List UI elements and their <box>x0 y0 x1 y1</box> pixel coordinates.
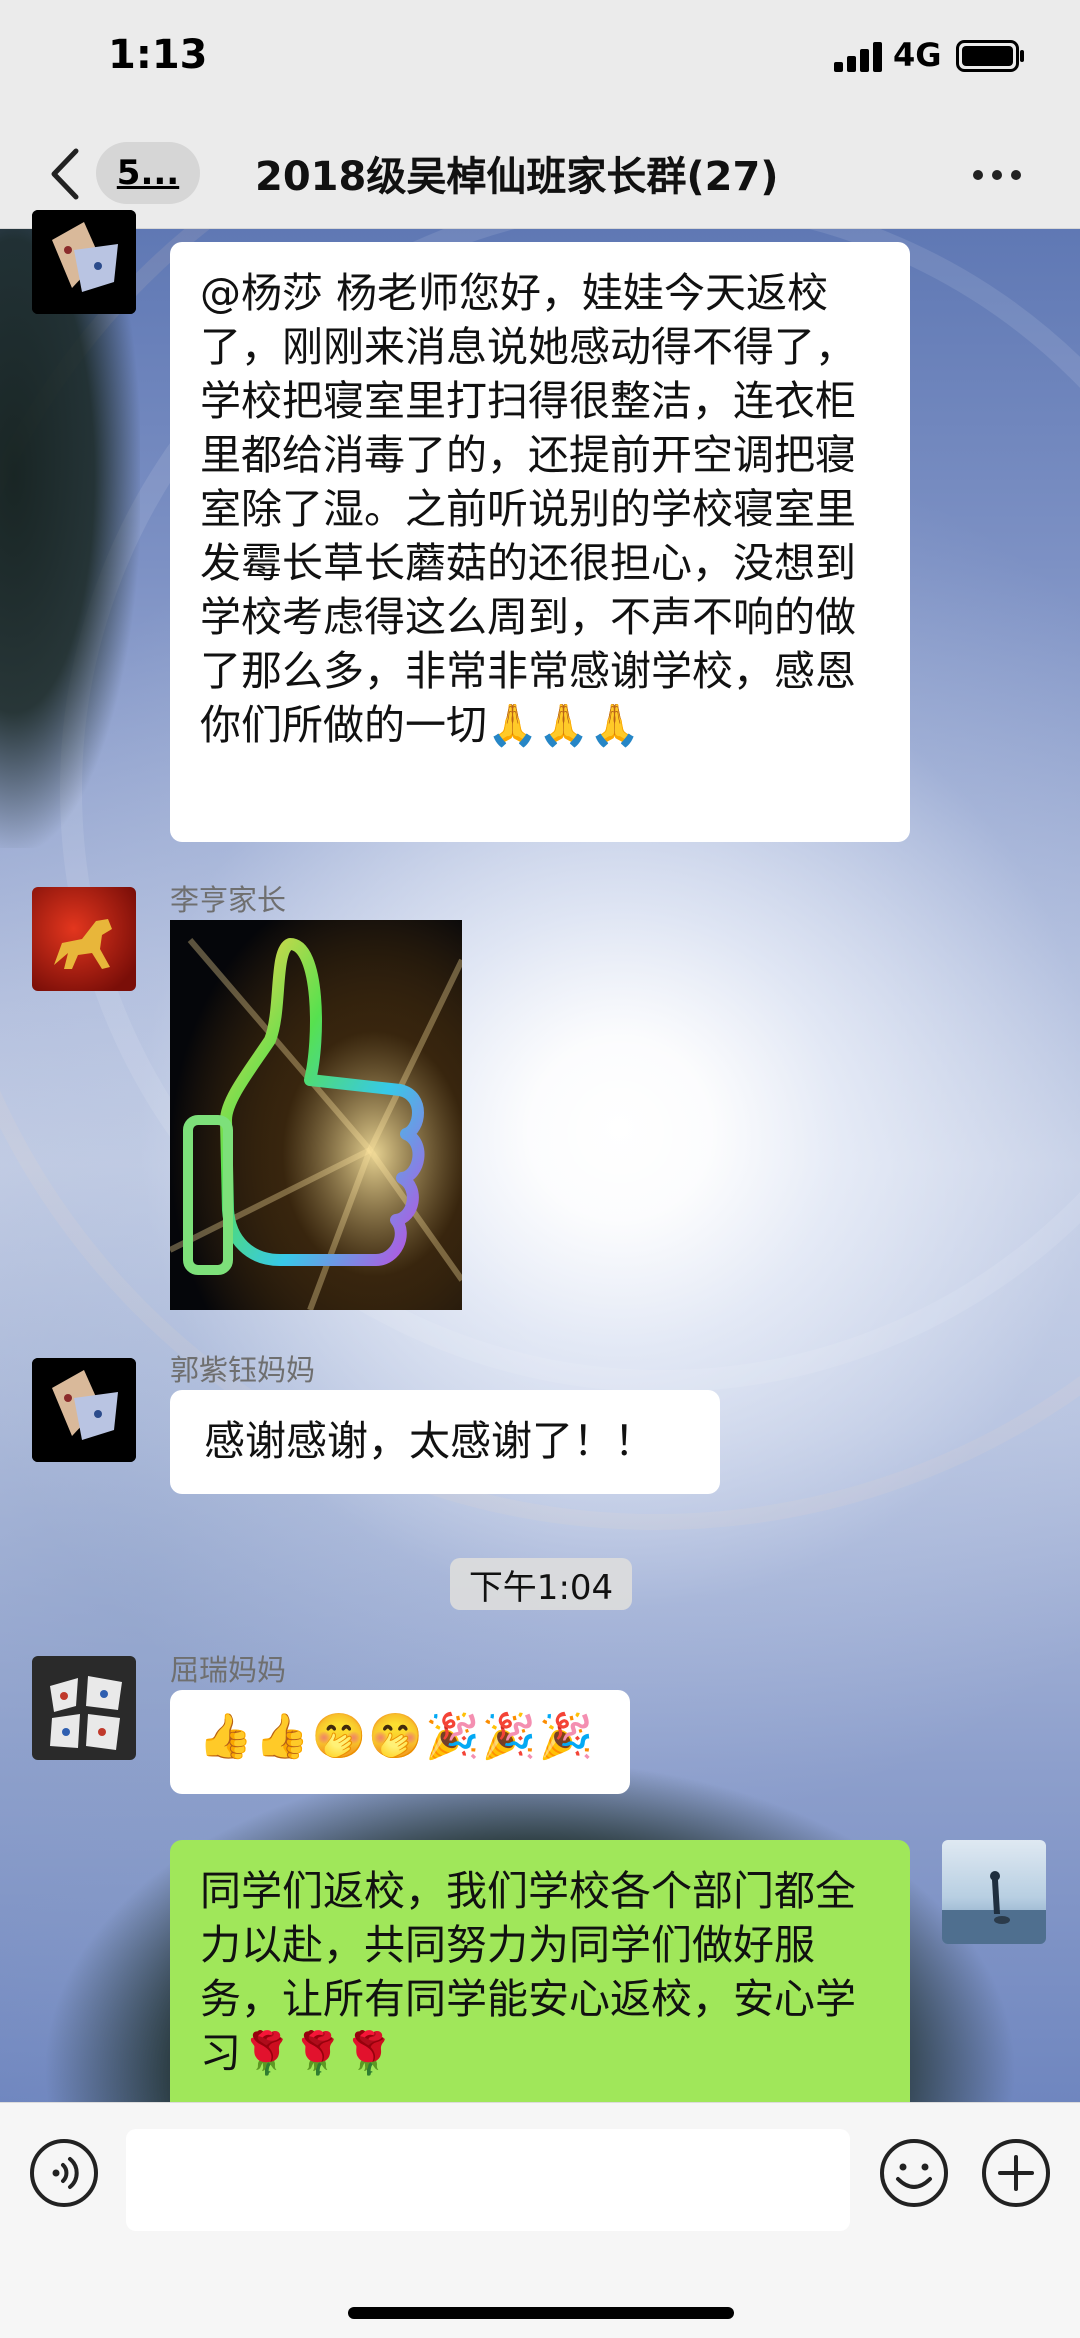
network-type-label: 4G <box>893 36 942 74</box>
input-bar <box>0 2102 1080 2338</box>
status-time: 1:13 <box>108 32 208 78</box>
more-options-button[interactable] <box>972 160 1022 190</box>
rainbow-thumbs-up-sticker <box>170 920 462 1310</box>
back-button[interactable] <box>50 144 90 204</box>
status-bar: 1:13 4G <box>0 0 1080 120</box>
home-indicator <box>348 2307 734 2319</box>
plus-circle-icon <box>982 2139 1050 2207</box>
message-bubble[interactable]: 感谢感谢，太感谢了！！ <box>170 1390 720 1494</box>
sender-name: 李亨家长 <box>170 883 287 917</box>
cellular-signal-icon <box>834 42 882 72</box>
emoji-button[interactable] <box>878 2137 950 2213</box>
avatar-horse-icon <box>32 887 136 991</box>
avatar[interactable] <box>32 887 136 991</box>
message-bubble[interactable]: 👍👍🤭🤭🎉🎉🎉 <box>170 1690 630 1794</box>
avatar[interactable] <box>32 1358 136 1462</box>
sender-name: 郭紫钰妈妈 <box>170 1353 316 1387</box>
message-input[interactable] <box>126 2129 850 2231</box>
timestamp-divider: 下午1:04 <box>450 1558 632 1610</box>
navigation-bar: 5... 2018级吴棹仙班家长群(27) <box>0 120 1080 229</box>
chevron-left-icon <box>51 148 79 200</box>
message-bubble[interactable]: @杨莎 杨老师您好，娃娃今天返校了，刚刚来消息说她感动得不得了，学校把寝室里打扫… <box>170 242 910 842</box>
tree-silhouette-left <box>0 228 140 848</box>
avatar-fu-character-icon <box>32 1656 136 1760</box>
battery-icon <box>956 40 1024 72</box>
unread-count: 5... <box>116 153 180 193</box>
voice-button[interactable] <box>28 2137 100 2213</box>
avatar[interactable] <box>32 210 136 314</box>
avatar[interactable] <box>32 1656 136 1760</box>
avatar-drawing-icon <box>32 210 136 314</box>
sticker-message[interactable] <box>170 920 462 1310</box>
add-button[interactable] <box>980 2137 1052 2213</box>
more-horizontal-icon <box>973 170 1021 180</box>
message-bubble-outgoing[interactable]: 同学们返校，我们学校各个部门都全力以赴，共同努力为同学们做好服务，让所有同学能安… <box>170 1840 910 2102</box>
chat-title: 2018级吴棹仙班家长群(27) <box>255 154 779 200</box>
back-unread-badge[interactable]: 5... <box>96 142 200 204</box>
avatar-self[interactable] <box>942 1840 1046 1944</box>
avatar-drawing-icon <box>32 1358 136 1462</box>
emoji-icon <box>880 2139 948 2207</box>
avatar-seaside-icon <box>942 1840 1046 1944</box>
sender-name: 屈瑞妈妈 <box>170 1653 287 1687</box>
voice-icon <box>30 2139 98 2207</box>
